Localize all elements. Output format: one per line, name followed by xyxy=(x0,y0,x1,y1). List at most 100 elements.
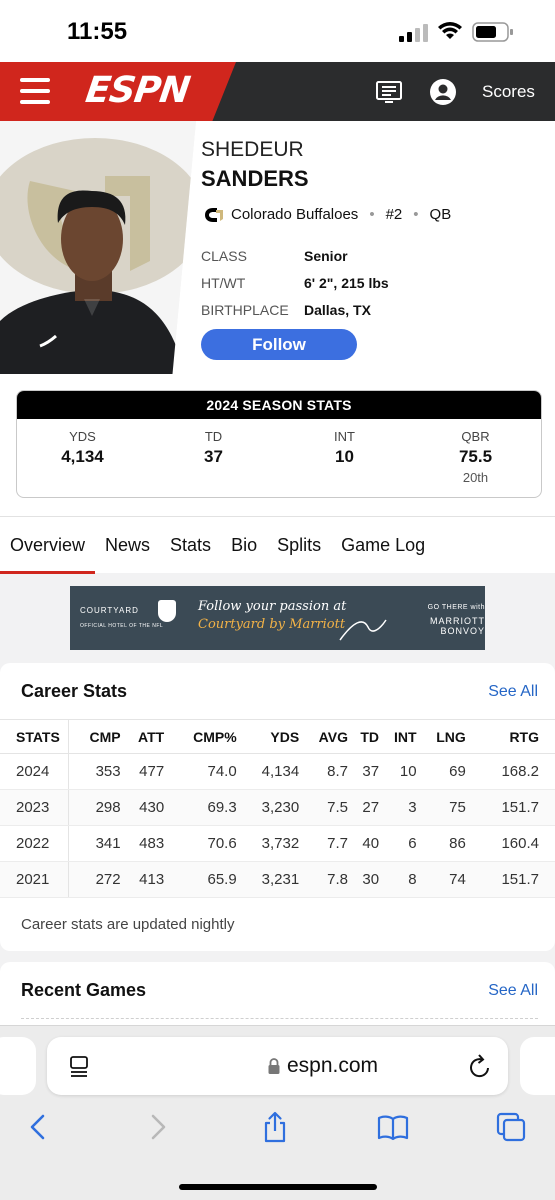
scores-link[interactable]: Scores xyxy=(482,82,535,102)
back-arrow-icon[interactable] xyxy=(22,1111,54,1143)
tab-splits[interactable]: Splits xyxy=(267,517,331,574)
hamburger-menu-icon[interactable] xyxy=(20,78,50,104)
stat-label: QBR xyxy=(461,429,490,444)
espn-logo[interactable]: ESPN xyxy=(83,70,192,111)
column-header: AVG xyxy=(299,719,348,754)
season-stats-card: 2024 SEASON STATS YDS 4,134 TD 37 INT 10… xyxy=(16,390,542,498)
table-cell: 2022 xyxy=(0,825,69,862)
player-headshot xyxy=(0,121,196,374)
player-first-name: SHEDEUR xyxy=(201,138,304,161)
info-label: HT/WT xyxy=(201,274,246,291)
info-row-class: CLASS Senior xyxy=(201,242,389,269)
table-cell: 298 xyxy=(68,789,121,826)
table-cell: 7.7 xyxy=(299,825,348,862)
career-stats-card: Career Stats See All STATS CMP ATT CMP% … xyxy=(0,663,555,951)
career-see-all-link[interactable]: See All xyxy=(488,683,538,701)
table-cell: 7.8 xyxy=(299,861,348,898)
recent-games-see-all-link[interactable]: See All xyxy=(488,982,538,1000)
tab-bio[interactable]: Bio xyxy=(221,517,267,574)
table-cell: 4,134 xyxy=(236,753,300,790)
page-menu-icon[interactable] xyxy=(68,1054,92,1078)
column-header: LNG xyxy=(416,719,466,754)
season-stats-section: 2024 SEASON STATS YDS 4,134 TD 37 INT 10… xyxy=(0,374,555,516)
follow-button[interactable]: Follow xyxy=(201,329,357,360)
news-feed-icon[interactable] xyxy=(375,78,403,106)
reload-icon[interactable] xyxy=(468,1053,492,1079)
share-icon[interactable] xyxy=(259,1111,291,1143)
table-cell: 2021 xyxy=(0,861,69,898)
info-row-ht-wt: HT/WT 6' 2", 215 lbs xyxy=(201,269,389,296)
table-row: 2022 341 483 70.6 3,732 7.7 40 6 86 160.… xyxy=(0,825,555,862)
next-tab-preview[interactable] xyxy=(520,1037,555,1095)
table-cell: 74.0 xyxy=(164,753,237,790)
ad-swoosh-graphic xyxy=(339,619,387,641)
info-value: Senior xyxy=(304,247,348,264)
stat-rank: 20th xyxy=(462,470,489,485)
career-stats-title: Career Stats xyxy=(21,681,128,701)
status-bar: 11:55 xyxy=(0,0,555,62)
forward-arrow-icon[interactable] xyxy=(142,1111,174,1143)
table-cell: 69 xyxy=(416,753,466,790)
table-cell: 27 xyxy=(347,789,380,826)
info-value: Dallas, TX xyxy=(304,301,371,318)
advertisement-banner[interactable]: COURTYARD OFFICIAL HOTEL OF THE NFL Foll… xyxy=(70,586,485,650)
season-stat-int: INT 10 xyxy=(279,429,410,485)
table-cell: 3,732 xyxy=(236,825,300,862)
team-name-link[interactable]: Colorado Buffaloes xyxy=(231,206,358,223)
table-cell: 8 xyxy=(379,861,417,898)
table-cell: 413 xyxy=(120,861,165,898)
table-cell: 7.5 xyxy=(299,789,348,826)
player-position: QB xyxy=(429,206,452,223)
table-cell: 37 xyxy=(347,753,380,790)
tab-news[interactable]: News xyxy=(95,517,160,574)
bookmarks-icon[interactable] xyxy=(377,1111,409,1143)
season-stat-qbr: QBR 75.5 20th xyxy=(410,429,541,485)
address-bar[interactable]: espn.com xyxy=(47,1037,508,1095)
stat-value: 4,134 xyxy=(61,447,104,466)
table-cell: 86 xyxy=(416,825,466,862)
ad-tagline: Follow your passion at Courtyard by Marr… xyxy=(198,598,346,634)
account-icon[interactable] xyxy=(429,78,457,106)
team-line: Colorado Buffaloes • #2 • QB xyxy=(203,206,451,223)
ad-brand-name: COURTYARD xyxy=(80,606,139,615)
tabs-overview-icon[interactable] xyxy=(495,1111,527,1143)
table-cell: 40 xyxy=(347,825,380,862)
ad-brand-sub: OFFICIAL HOTEL OF THE NFL xyxy=(80,623,164,629)
stat-label: INT xyxy=(334,429,355,444)
table-cell: 168.2 xyxy=(465,753,555,790)
table-cell: 430 xyxy=(120,789,165,826)
tab-game-log[interactable]: Game Log xyxy=(331,517,435,574)
table-cell: 160.4 xyxy=(465,825,555,862)
lock-icon xyxy=(268,1058,280,1074)
browser-toolbar: espn.com xyxy=(0,1025,555,1200)
column-header: INT xyxy=(379,719,417,754)
divider xyxy=(21,1018,538,1019)
career-stats-note: Career stats are updated nightly xyxy=(21,916,235,933)
stat-value: 75.5 xyxy=(458,447,493,466)
tab-overview[interactable]: Overview xyxy=(0,517,96,574)
table-cell: 3,231 xyxy=(236,861,300,898)
table-cell: 2023 xyxy=(0,789,69,826)
nfl-shield-icon xyxy=(158,600,176,622)
previous-tab-preview[interactable] xyxy=(0,1037,36,1095)
info-label: BIRTHPLACE xyxy=(201,301,289,318)
colorado-buffaloes-logo-icon xyxy=(205,207,223,222)
table-cell: 353 xyxy=(68,753,121,790)
wifi-icon xyxy=(438,22,462,39)
table-cell: 70.6 xyxy=(164,825,237,862)
table-cell: 3,230 xyxy=(236,789,300,826)
info-row-birthplace: BIRTHPLACE Dallas, TX xyxy=(201,296,389,323)
table-cell: 151.7 xyxy=(465,789,555,826)
tab-stats[interactable]: Stats xyxy=(160,517,221,574)
jersey-number: #2 xyxy=(385,206,403,223)
table-cell: 10 xyxy=(379,753,417,790)
table-cell: 151.7 xyxy=(465,861,555,898)
stat-value: 10 xyxy=(335,447,354,466)
espn-header: ESPN Scores xyxy=(0,62,555,121)
stat-label: YDS xyxy=(69,429,96,444)
table-cell: 69.3 xyxy=(164,789,237,826)
column-header: CMP xyxy=(68,719,121,754)
table-cell: 272 xyxy=(68,861,121,898)
ad-brand: COURTYARD OFFICIAL HOTEL OF THE NFL xyxy=(80,606,163,629)
table-cell: 74 xyxy=(416,861,466,898)
